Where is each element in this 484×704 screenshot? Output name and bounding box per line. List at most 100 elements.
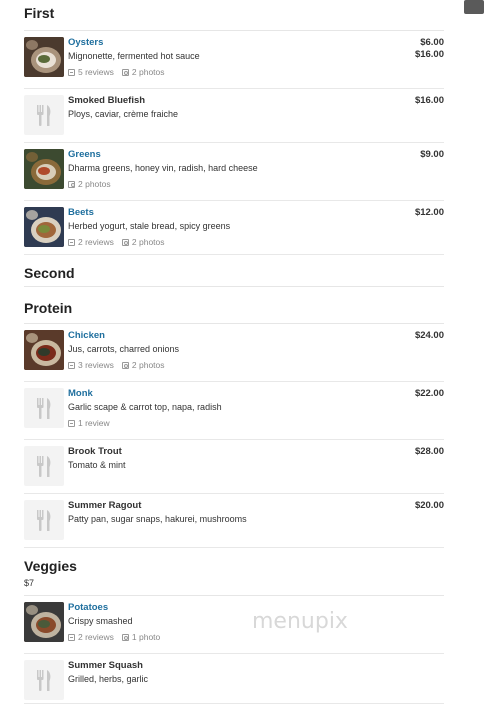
review-icon [68, 238, 75, 246]
item-prices: $12.00 [415, 207, 444, 219]
photos-link[interactable]: 2 photos [121, 234, 165, 250]
dish-thumbnail[interactable] [24, 207, 64, 247]
fork-knife-icon [37, 105, 51, 126]
photos-link[interactable]: 2 photos [68, 176, 111, 192]
fork-knife-icon [37, 510, 51, 531]
item-info: Monk Garlic scape & carrot top, napa, rad… [68, 387, 384, 431]
section-title: Veggies [24, 558, 77, 574]
reviews-count: 2 reviews [78, 237, 114, 247]
item-info: Brook Trout Tomato & mint [68, 445, 384, 473]
item-info: Summer Ragout Patty pan, sugar snaps, hak… [68, 499, 384, 527]
menu-item[interactable]: Summer Squash Grilled, herbs, garlic [24, 654, 444, 704]
item-name[interactable]: Monk [68, 387, 384, 400]
review-icon [68, 361, 75, 369]
section-header: First [24, 4, 444, 31]
camera-icon [68, 180, 75, 188]
item-price: $9.00 [420, 149, 444, 160]
menu-item[interactable]: Smoked Bluefish Ploys, caviar, crème frai… [24, 89, 444, 143]
fork-knife-icon [37, 456, 51, 477]
fork-knife-icon [37, 670, 51, 691]
review-icon [68, 68, 75, 76]
photos-link[interactable]: 2 photos [121, 64, 165, 80]
photos-link[interactable]: 2 photos [121, 357, 165, 373]
item-info: Smoked Bluefish Ploys, caviar, crème frai… [68, 94, 384, 122]
item-meta: 5 reviews 2 photos [68, 64, 384, 80]
placeholder-thumbnail [24, 660, 64, 700]
item-prices: $22.00 [415, 388, 444, 400]
reviews-count: 3 reviews [78, 360, 114, 370]
photos-count: 2 photos [78, 179, 111, 189]
item-prices: $16.00 [415, 95, 444, 107]
menu-section: Protein Chicken Jus, carrots, charred onio… [24, 299, 444, 548]
photos-count: 2 photos [131, 237, 165, 247]
reviews-link[interactable]: 5 reviews [68, 64, 114, 80]
item-description: Patty pan, sugar snaps, hakurei, mushroo… [68, 514, 247, 524]
section-title: Protein [24, 300, 73, 316]
item-name[interactable]: Chicken [68, 329, 384, 342]
item-meta: 3 reviews 2 photos [68, 357, 384, 373]
item-description: Jus, carrots, charred onions [68, 344, 180, 354]
reviews-link[interactable]: 1 review [68, 415, 110, 431]
item-name[interactable]: Greens [68, 148, 384, 161]
menu-item[interactable]: Oysters Mignonette, fermented hot sauce 5 … [24, 31, 444, 89]
dish-thumbnail[interactable] [24, 37, 64, 77]
menu-section: Second [24, 264, 444, 287]
menu-item[interactable]: Brook Trout Tomato & mint $28.00 [24, 440, 444, 494]
camera-icon [121, 68, 129, 76]
item-name[interactable]: Oysters [68, 36, 384, 49]
item-name: Summer Ragout [68, 500, 142, 511]
reviews-count: 1 review [78, 418, 110, 428]
fork-knife-icon [37, 398, 51, 419]
section-price: $7 [24, 578, 35, 588]
dish-thumbnail[interactable] [24, 149, 64, 189]
review-icon [68, 419, 75, 427]
item-info: Beets Herbed yogurt, stale bread, spicy g… [68, 206, 384, 250]
avatar[interactable] [464, 0, 484, 14]
section-header: Veggies $7 [24, 557, 444, 596]
menu-section: Veggies $7 Potatoes Crispy smashed 2 reviews… [24, 557, 444, 704]
item-name[interactable]: Beets [68, 206, 384, 219]
item-description: Ploys, caviar, crème fraiche [68, 109, 179, 119]
item-price: $22.00 [414, 388, 444, 399]
item-prices: $28.00 [415, 446, 444, 458]
reviews-link[interactable]: 2 reviews [68, 234, 114, 250]
review-icon [68, 633, 75, 641]
placeholder-thumbnail [24, 388, 64, 428]
menu-item[interactable]: Monk Garlic scape & carrot top, napa, rad… [24, 382, 444, 440]
item-price: $28.00 [414, 446, 444, 457]
menu-item[interactable]: Chicken Jus, carrots, charred onions 3 rev… [24, 324, 444, 382]
dish-photo [24, 37, 64, 77]
menu-item[interactable]: Beets Herbed yogurt, stale bread, spicy g… [24, 201, 444, 255]
item-info: Chicken Jus, carrots, charred onions 3 rev… [68, 329, 384, 373]
reviews-count: 5 reviews [78, 67, 114, 77]
item-description: Grilled, herbs, garlic [68, 674, 149, 684]
item-price: $16.00 [414, 49, 444, 60]
photos-link[interactable]: 1 photo [121, 629, 161, 645]
item-name: Summer Squash [68, 660, 143, 671]
camera-icon [121, 633, 129, 641]
item-price: $20.00 [414, 500, 444, 511]
item-prices: $6.00 $16.00 [415, 37, 444, 61]
item-info: Summer Squash Grilled, herbs, garlic [68, 659, 384, 687]
item-price: $12.00 [414, 207, 444, 218]
reviews-link[interactable]: 3 reviews [68, 357, 114, 373]
item-name: Brook Trout [68, 446, 122, 457]
dish-thumbnail[interactable] [24, 602, 64, 642]
dish-photo [24, 330, 64, 370]
menu-item[interactable]: Greens Dharma greens, honey vin, radish, … [24, 143, 444, 201]
placeholder-thumbnail [24, 95, 64, 135]
menu-item[interactable]: Summer Ragout Patty pan, sugar snaps, hak… [24, 494, 444, 548]
photos-count: 1 photo [131, 632, 161, 642]
item-prices: $9.00 [420, 149, 444, 161]
dish-thumbnail[interactable] [24, 330, 64, 370]
photos-count: 2 photos [131, 67, 165, 77]
photos-count: 2 photos [131, 360, 165, 370]
menu-item[interactable]: Potatoes Crispy smashed 2 reviews 1 photo [24, 596, 444, 654]
item-description: Mignonette, fermented hot sauce [68, 51, 200, 61]
section-header: Protein [24, 299, 444, 324]
dish-photo [24, 602, 64, 642]
camera-icon [121, 361, 129, 369]
item-prices: $20.00 [415, 500, 444, 512]
section-title: Second [24, 265, 75, 281]
reviews-link[interactable]: 2 reviews [68, 629, 114, 645]
